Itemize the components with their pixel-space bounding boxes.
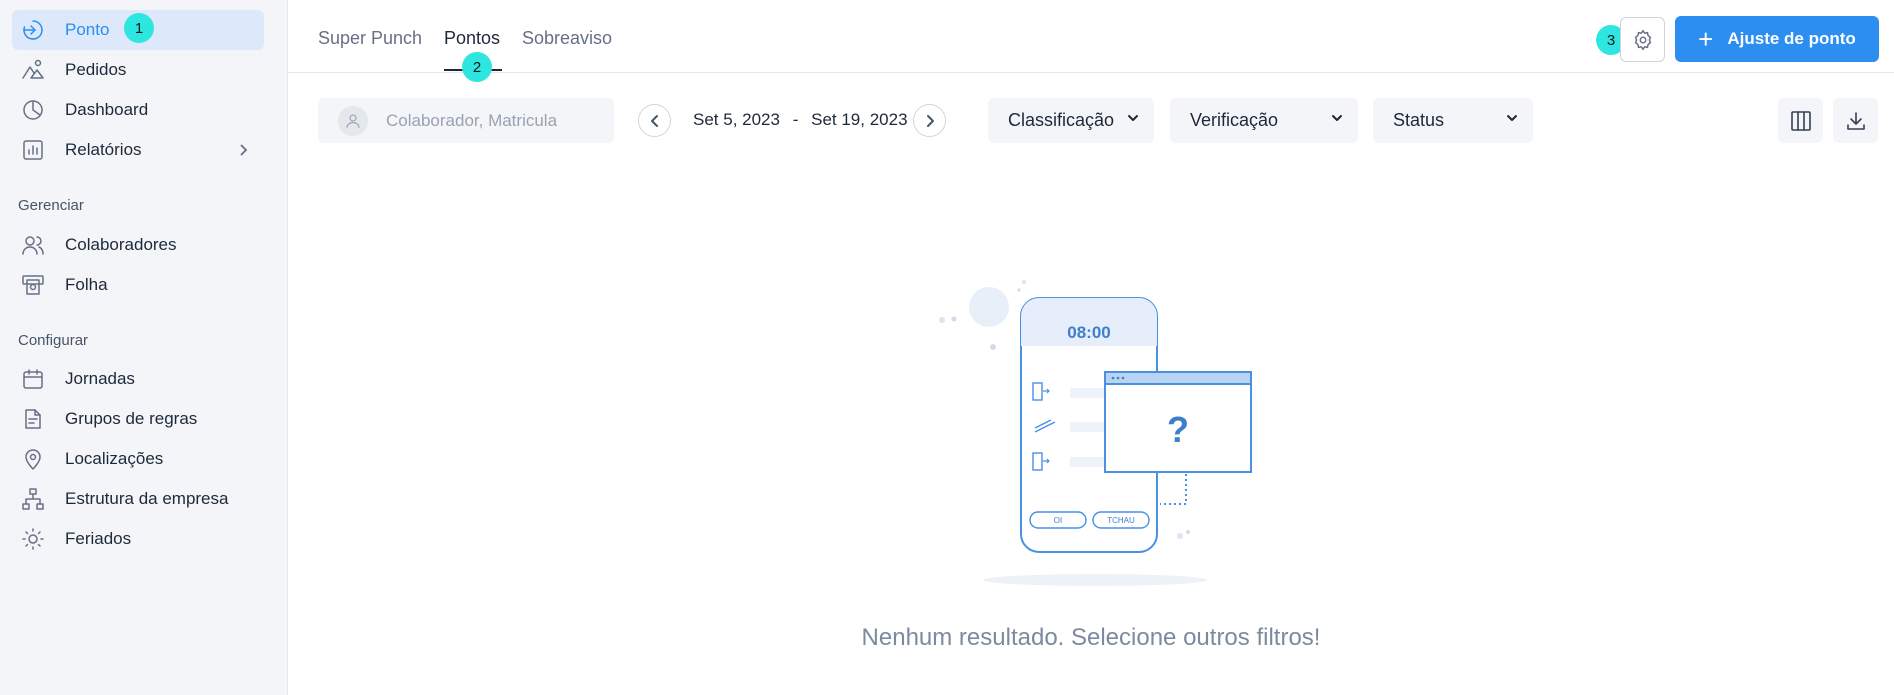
annotation-badge-1: 1 <box>124 13 154 43</box>
date-start: Set 5, 2023 <box>693 110 780 129</box>
user-icon <box>338 105 368 136</box>
verification-select[interactable]: Verificação <box>1170 98 1358 143</box>
phone-button-bye: TCHAU <box>1107 516 1135 525</box>
classification-label: Classificação <box>1008 110 1115 130</box>
plus-icon: + <box>1698 24 1714 54</box>
sidebar-item-label: Pedidos <box>65 60 127 79</box>
chevron-right-icon <box>236 143 250 157</box>
chevron-down-icon <box>1505 111 1519 130</box>
next-period-button[interactable] <box>913 104 946 137</box>
sidebar-item-label: Estrutura da empresa <box>65 489 229 508</box>
sidebar: Ponto Pedidos Dashboard Relatórios Geren… <box>0 0 288 695</box>
sidebar-item-jornadas[interactable]: Jornadas <box>12 359 264 399</box>
sidebar-item-label: Feriados <box>65 529 132 548</box>
mountain-shapes-icon <box>20 57 46 83</box>
date-end: Set 19, 2023 <box>811 110 908 129</box>
employee-search-input[interactable] <box>386 110 586 131</box>
sidebar-item-feriados[interactable]: Feriados <box>12 519 264 559</box>
calendar-icon <box>20 366 46 392</box>
sidebar-item-dashboard[interactable]: Dashboard <box>12 90 264 130</box>
status-label: Status <box>1393 110 1445 130</box>
sidebar-item-label: Localizações <box>65 449 164 468</box>
tab-sobreaviso[interactable]: Sobreaviso <box>522 28 612 49</box>
columns-button[interactable] <box>1778 98 1823 143</box>
users-icon <box>20 232 46 258</box>
sidebar-item-label: Folha <box>65 275 108 294</box>
verification-label: Verificação <box>1190 110 1279 130</box>
sidebar-item-label: Jornadas <box>65 369 135 388</box>
sidebar-item-label: Colaboradores <box>65 235 177 254</box>
date-range[interactable]: Set 5, 2023 - Set 19, 2023 <box>693 110 908 130</box>
sidebar-item-folha[interactable]: Folha <box>12 265 264 305</box>
question-mark: ? <box>1167 409 1189 450</box>
sidebar-item-localizacoes[interactable]: Localizações <box>12 439 264 479</box>
sidebar-item-label: Relatórios <box>65 140 142 159</box>
chevron-left-icon <box>650 114 658 127</box>
login-arrow-icon <box>20 17 46 43</box>
date-separator: - <box>792 110 799 129</box>
phone-time: 08:00 <box>1067 323 1110 342</box>
ajuste-de-ponto-button[interactable]: + Ajuste de ponto <box>1675 16 1879 62</box>
phone-button-hi: OI <box>1054 516 1062 525</box>
sidebar-item-pedidos[interactable]: Pedidos <box>12 50 264 90</box>
sidebar-item-label: Dashboard <box>65 100 149 119</box>
chevron-right-icon <box>926 114 934 127</box>
employee-search[interactable] <box>318 98 614 143</box>
download-icon <box>1846 111 1865 130</box>
chevron-down-icon <box>1330 111 1344 130</box>
location-pin-icon <box>20 446 46 472</box>
gear-icon <box>1634 29 1651 50</box>
sidebar-item-estrutura-da-empresa[interactable]: Estrutura da empresa <box>12 479 264 519</box>
download-button[interactable] <box>1833 98 1878 143</box>
empty-state-message: Nenhum resultado. Selecione outros filtr… <box>861 624 1321 651</box>
sidebar-item-relatorios[interactable]: Relatórios <box>12 130 264 170</box>
section-title-manage: Gerenciar <box>18 197 84 214</box>
sidebar-item-colaboradores[interactable]: Colaboradores <box>12 225 264 265</box>
status-select[interactable]: Status <box>1373 98 1533 143</box>
bar-chart-icon <box>20 137 46 163</box>
settings-button[interactable] <box>1620 17 1665 62</box>
classification-select[interactable]: Classificação <box>988 98 1154 143</box>
chevron-down-icon <box>1126 111 1140 130</box>
sidebar-item-label: Grupos de regras <box>65 409 198 428</box>
payroll-icon <box>20 272 46 298</box>
sidebar-item-label: Ponto <box>65 20 110 39</box>
previous-period-button[interactable] <box>638 104 671 137</box>
section-title-config: Configurar <box>18 332 89 349</box>
tab-pontos[interactable]: Pontos <box>444 28 500 49</box>
tab-super-punch[interactable]: Super Punch <box>318 28 422 49</box>
document-rules-icon <box>20 406 46 432</box>
ajuste-de-ponto-label: Ajuste de ponto <box>1727 29 1856 48</box>
annotation-badge-2: 2 <box>462 52 492 82</box>
empty-state-illustration: 08:00 OI TCHAU ? <box>939 280 1252 586</box>
columns-icon <box>1790 110 1811 131</box>
pie-chart-icon <box>20 97 46 123</box>
org-structure-icon <box>20 486 46 512</box>
sidebar-item-grupos-de-regras[interactable]: Grupos de regras <box>12 399 264 439</box>
sun-icon <box>20 526 46 552</box>
